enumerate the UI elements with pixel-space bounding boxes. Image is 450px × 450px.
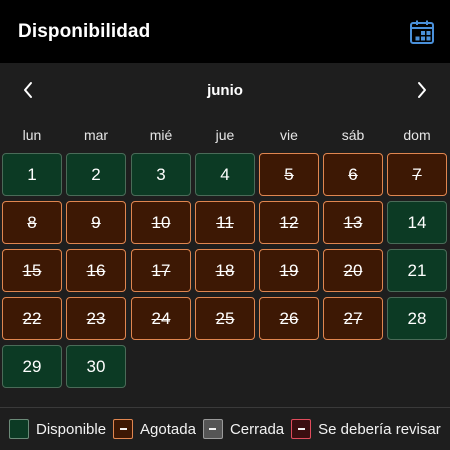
calendar-button[interactable] (408, 18, 436, 46)
day-cell-30[interactable]: 30 (66, 345, 126, 388)
legend-swatch-available (9, 419, 29, 439)
legend-label: Se debería revisar (318, 420, 441, 438)
day-cell-3[interactable]: 3 (131, 153, 191, 196)
day-number: 30 (86, 356, 106, 376)
legend-closed: Cerrada (202, 419, 285, 439)
day-cell-26[interactable]: 26 (259, 297, 319, 340)
legend-label: Cerrada (229, 420, 285, 438)
day-cell-4[interactable]: 4 (195, 153, 255, 196)
day-number: 21 (407, 260, 427, 280)
weekday-label: dom (403, 127, 431, 143)
day-number: 18 (215, 260, 235, 280)
day-number: 22 (22, 308, 42, 328)
day-cell-9[interactable]: 9 (66, 201, 126, 244)
day-cell-29[interactable]: 29 (2, 345, 62, 388)
day-number: 2 (91, 164, 101, 184)
day-cell-24[interactable]: 24 (131, 297, 191, 340)
day-cell-15[interactable]: 15 (2, 249, 62, 292)
calendar-icon (410, 20, 434, 44)
day-cell-10[interactable]: 10 (131, 201, 191, 244)
day-cell-20[interactable]: 20 (323, 249, 383, 292)
weekday-label: lun (22, 127, 42, 143)
app-header: Disponibilidad (0, 0, 450, 63)
weekday-label: mié (149, 127, 173, 143)
weekday-label: mar (83, 127, 109, 143)
day-number: 10 (151, 212, 171, 232)
day-cell-7[interactable]: 7 (387, 153, 447, 196)
day-cell-27[interactable]: 27 (323, 297, 383, 340)
day-number: 5 (284, 164, 294, 184)
month-navigation: junio (0, 63, 450, 117)
day-number: 11 (216, 212, 234, 232)
day-number: 6 (348, 164, 358, 184)
next-month-button[interactable] (410, 76, 434, 104)
month-label: junio (207, 81, 243, 99)
day-number: 17 (151, 260, 171, 280)
day-number: 24 (151, 308, 171, 328)
day-number: 7 (412, 164, 422, 184)
day-cell-11[interactable]: 11 (195, 201, 255, 244)
chevron-left-icon (24, 82, 32, 98)
day-cell-19[interactable]: 19 (259, 249, 319, 292)
legend-swatch-review (291, 419, 312, 439)
day-number: 27 (343, 308, 363, 328)
weekday-label: sáb (341, 127, 365, 143)
day-cell-8[interactable]: 8 (2, 201, 62, 244)
day-cell-2[interactable]: 2 (66, 153, 126, 196)
weekday-header: lun mar mié jue vie sáb dom (0, 117, 450, 153)
page-title: Disponibilidad (18, 20, 151, 42)
day-cell-16[interactable]: 16 (66, 249, 126, 292)
calendar-grid: 1 2 3 4 5 6 7 8 9 10 11 12 13 14 15 16 17 18 19 20 21 22 23 24 2… (0, 153, 450, 393)
day-number: 13 (343, 212, 363, 232)
day-number: 26 (279, 308, 299, 328)
day-cell-28[interactable]: 28 (387, 297, 447, 340)
legend-bar: Disponible Agotada Cerrada Se debería re… (0, 407, 450, 450)
weekday-label: vie (280, 127, 298, 143)
day-cell-17[interactable]: 17 (131, 249, 191, 292)
day-cell-21[interactable]: 21 (387, 249, 447, 292)
day-number: 3 (156, 164, 166, 184)
day-cell-23[interactable]: 23 (66, 297, 126, 340)
legend-label: Disponible (36, 420, 107, 438)
weekday-label: jue (215, 127, 235, 143)
day-cell-25[interactable]: 25 (195, 297, 255, 340)
day-cell-18[interactable]: 18 (195, 249, 255, 292)
day-cell-5[interactable]: 5 (259, 153, 319, 196)
legend-available: Disponible (9, 419, 106, 439)
day-number: 28 (407, 308, 427, 328)
day-number: 20 (343, 260, 363, 280)
day-number: 14 (407, 212, 427, 232)
prev-month-button[interactable] (16, 76, 40, 104)
day-number: 4 (220, 164, 230, 184)
day-number: 29 (22, 356, 42, 376)
day-cell-6[interactable]: 6 (323, 153, 383, 196)
legend-soldout: Agotada (113, 419, 196, 439)
day-cell-22[interactable]: 22 (2, 297, 62, 340)
day-number: 19 (279, 260, 299, 280)
day-number: 16 (86, 260, 106, 280)
day-number: 9 (91, 212, 101, 232)
day-number: 23 (86, 308, 106, 328)
legend-swatch-soldout (113, 419, 134, 439)
legend-review: Se debería revisar (291, 419, 441, 439)
legend-swatch-closed (202, 419, 223, 439)
day-number: 25 (215, 308, 235, 328)
day-cell-14[interactable]: 14 (387, 201, 447, 244)
day-cell-12[interactable]: 12 (259, 201, 319, 244)
legend-label: Agotada (140, 420, 196, 438)
day-number: 12 (279, 212, 299, 232)
day-cell-13[interactable]: 13 (323, 201, 383, 244)
chevron-right-icon (417, 82, 426, 98)
day-number: 15 (22, 260, 42, 280)
day-number: 1 (27, 164, 37, 184)
day-number: 8 (27, 212, 37, 232)
day-cell-1[interactable]: 1 (2, 153, 62, 196)
